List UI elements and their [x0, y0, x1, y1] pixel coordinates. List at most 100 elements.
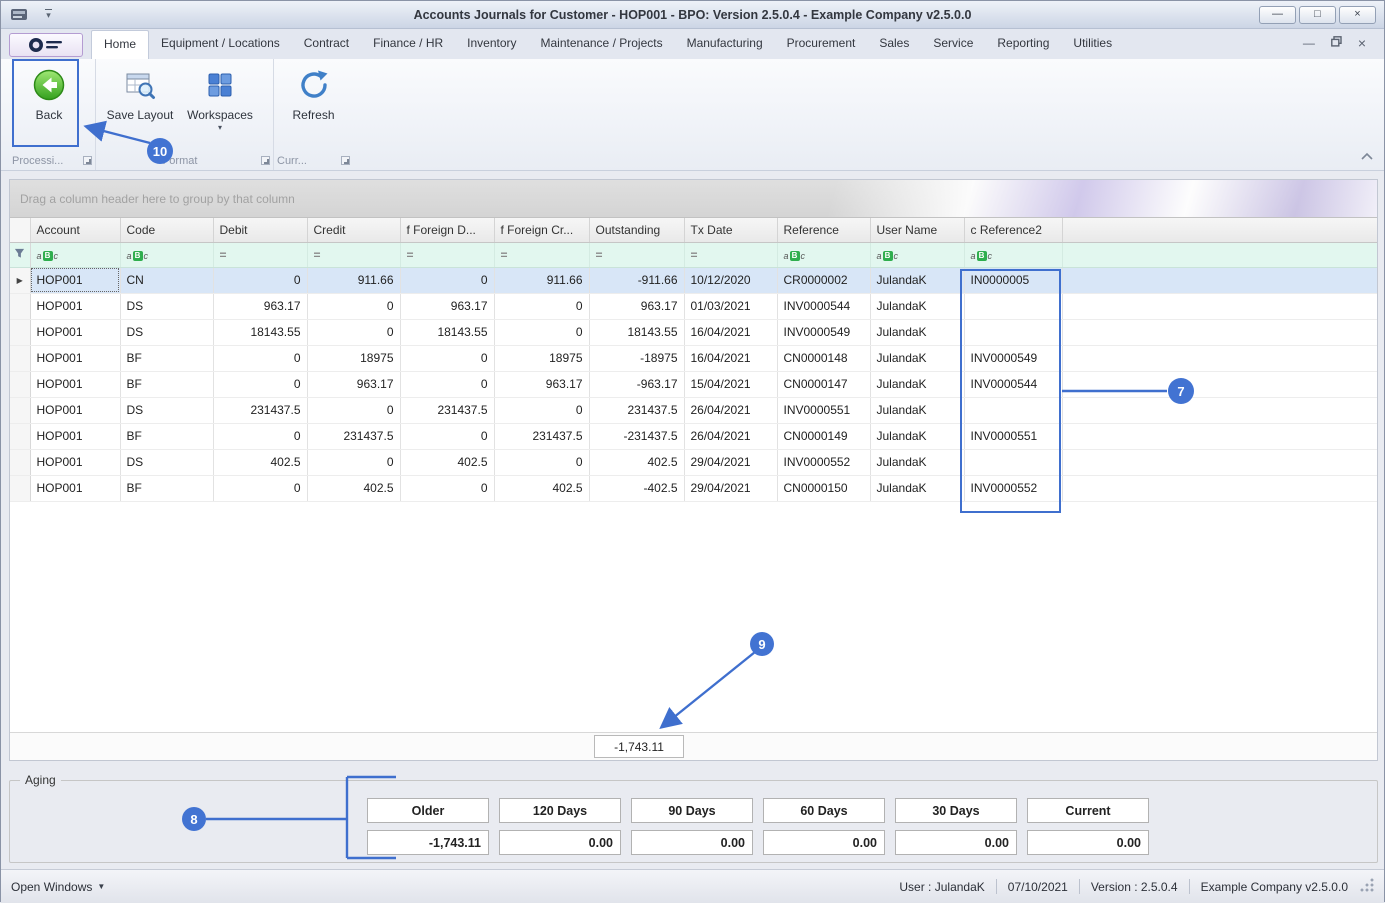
- grid-cell[interactable]: 0: [494, 449, 589, 475]
- column-header[interactable]: f Foreign D...: [400, 218, 494, 242]
- grid-cell[interactable]: DS: [120, 293, 213, 319]
- grid-row[interactable]: HOP001DS231437.50231437.50231437.526/04/…: [10, 397, 1378, 423]
- tab-procurement[interactable]: Procurement: [775, 30, 868, 59]
- grid-cell[interactable]: CN0000149: [777, 423, 870, 449]
- grid-cell[interactable]: HOP001: [30, 397, 120, 423]
- grid-row[interactable]: ▶HOP001CN0911.660911.66-911.6610/12/2020…: [10, 267, 1378, 293]
- grid-cell[interactable]: [964, 293, 1062, 319]
- grid-cell[interactable]: CR0000002: [777, 267, 870, 293]
- grid-cell[interactable]: 10/12/2020: [684, 267, 777, 293]
- grid-cell[interactable]: [964, 449, 1062, 475]
- grid-cell[interactable]: 0: [494, 293, 589, 319]
- grid-cell[interactable]: 18975: [307, 345, 400, 371]
- grid-cell[interactable]: JulandaK: [870, 345, 964, 371]
- grid-cell[interactable]: INV0000549: [964, 345, 1062, 371]
- grid-cell[interactable]: 911.66: [494, 267, 589, 293]
- grid-cell[interactable]: JulandaK: [870, 449, 964, 475]
- dialog-launcher-icon[interactable]: [261, 156, 270, 165]
- grid-cell[interactable]: DS: [120, 319, 213, 345]
- grid-cell[interactable]: 231437.5: [400, 397, 494, 423]
- grid-cell[interactable]: 0: [307, 397, 400, 423]
- column-header[interactable]: c Reference2: [964, 218, 1062, 242]
- grid-cell[interactable]: INV0000544: [777, 293, 870, 319]
- tab-sales[interactable]: Sales: [867, 30, 921, 59]
- mdi-minimize-icon[interactable]: —: [1303, 36, 1315, 50]
- column-header[interactable]: Debit: [213, 218, 307, 242]
- grid-cell[interactable]: HOP001: [30, 371, 120, 397]
- text-filter-cell[interactable]: aBc: [120, 242, 213, 267]
- tab-utilities[interactable]: Utilities: [1061, 30, 1124, 59]
- grid-cell[interactable]: 26/04/2021: [684, 397, 777, 423]
- tab-reporting[interactable]: Reporting: [985, 30, 1061, 59]
- grid-cell[interactable]: 963.17: [589, 293, 684, 319]
- minimize-button[interactable]: —: [1259, 6, 1296, 24]
- grid-cell[interactable]: 29/04/2021: [684, 449, 777, 475]
- grid-row[interactable]: HOP001DS18143.55018143.55018143.5516/04/…: [10, 319, 1378, 345]
- close-button[interactable]: ×: [1339, 6, 1376, 24]
- grid-cell[interactable]: -231437.5: [589, 423, 684, 449]
- grid-cell[interactable]: -963.17: [589, 371, 684, 397]
- grid-row[interactable]: HOP001DS963.170963.170963.1701/03/2021IN…: [10, 293, 1378, 319]
- grid-cell[interactable]: JulandaK: [870, 371, 964, 397]
- application-menu-button[interactable]: [9, 33, 83, 57]
- text-filter-cell[interactable]: aBc: [777, 242, 870, 267]
- resize-grip[interactable]: [1360, 878, 1374, 892]
- grid-cell[interactable]: 0: [400, 423, 494, 449]
- grid-cell[interactable]: INV0000544: [964, 371, 1062, 397]
- grid-row[interactable]: HOP001BF0402.50402.5-402.529/04/2021CN00…: [10, 475, 1378, 501]
- workspaces-button[interactable]: Workspaces ▾: [180, 63, 260, 132]
- grid-row[interactable]: HOP001BF018975018975-1897516/04/2021CN00…: [10, 345, 1378, 371]
- save-layout-button[interactable]: Save Layout: [100, 63, 180, 122]
- column-header[interactable]: User Name: [870, 218, 964, 242]
- grid-cell[interactable]: 0: [494, 397, 589, 423]
- maximize-button[interactable]: □: [1299, 6, 1336, 24]
- grid-cell[interactable]: 0: [213, 267, 307, 293]
- grid-cell[interactable]: 231437.5: [589, 397, 684, 423]
- grid-cell[interactable]: 0: [213, 423, 307, 449]
- grid-cell[interactable]: DS: [120, 397, 213, 423]
- grid-cell[interactable]: JulandaK: [870, 475, 964, 501]
- column-header[interactable]: Account: [30, 218, 120, 242]
- column-header[interactable]: f Foreign Cr...: [494, 218, 589, 242]
- column-header[interactable]: Code: [120, 218, 213, 242]
- grid-cell[interactable]: CN0000148: [777, 345, 870, 371]
- grid-cell[interactable]: 963.17: [213, 293, 307, 319]
- text-filter-cell[interactable]: aBc: [964, 242, 1062, 267]
- grid-cell[interactable]: 0: [400, 475, 494, 501]
- grid-cell[interactable]: INV0000551: [777, 397, 870, 423]
- grid-cell[interactable]: BF: [120, 423, 213, 449]
- open-windows-button[interactable]: Open Windows ▼: [11, 880, 105, 894]
- back-button[interactable]: Back: [13, 63, 85, 122]
- grid-cell[interactable]: 26/04/2021: [684, 423, 777, 449]
- grid-cell[interactable]: CN: [120, 267, 213, 293]
- grid-cell[interactable]: 402.5: [400, 449, 494, 475]
- grid-cell[interactable]: 402.5: [494, 475, 589, 501]
- grid-cell[interactable]: 16/04/2021: [684, 345, 777, 371]
- grid-cell[interactable]: 0: [494, 319, 589, 345]
- grid-cell[interactable]: 963.17: [494, 371, 589, 397]
- grid-cell[interactable]: INV0000551: [964, 423, 1062, 449]
- grid-cell[interactable]: 0: [213, 475, 307, 501]
- numeric-filter-cell[interactable]: =: [213, 242, 307, 267]
- grid-cell[interactable]: BF: [120, 475, 213, 501]
- tab-inventory[interactable]: Inventory: [455, 30, 528, 59]
- grid-cell[interactable]: HOP001: [30, 267, 120, 293]
- grid-cell[interactable]: HOP001: [30, 293, 120, 319]
- grid-cell[interactable]: -402.5: [589, 475, 684, 501]
- grid-cell[interactable]: BF: [120, 345, 213, 371]
- grid-cell[interactable]: 18143.55: [213, 319, 307, 345]
- numeric-filter-cell[interactable]: =: [589, 242, 684, 267]
- grid-cell[interactable]: HOP001: [30, 319, 120, 345]
- grid-cell[interactable]: BF: [120, 371, 213, 397]
- tab-equipment-locations[interactable]: Equipment / Locations: [149, 30, 292, 59]
- grid-cell[interactable]: 963.17: [307, 371, 400, 397]
- grid-cell[interactable]: 963.17: [400, 293, 494, 319]
- grid-cell[interactable]: [964, 319, 1062, 345]
- grid-cell[interactable]: 0: [213, 371, 307, 397]
- grid-cell[interactable]: JulandaK: [870, 267, 964, 293]
- tab-manufacturing[interactable]: Manufacturing: [675, 30, 775, 59]
- grid-cell[interactable]: 402.5: [307, 475, 400, 501]
- column-header[interactable]: Tx Date: [684, 218, 777, 242]
- grid-row[interactable]: HOP001BF0231437.50231437.5-231437.526/04…: [10, 423, 1378, 449]
- grid-cell[interactable]: CN0000150: [777, 475, 870, 501]
